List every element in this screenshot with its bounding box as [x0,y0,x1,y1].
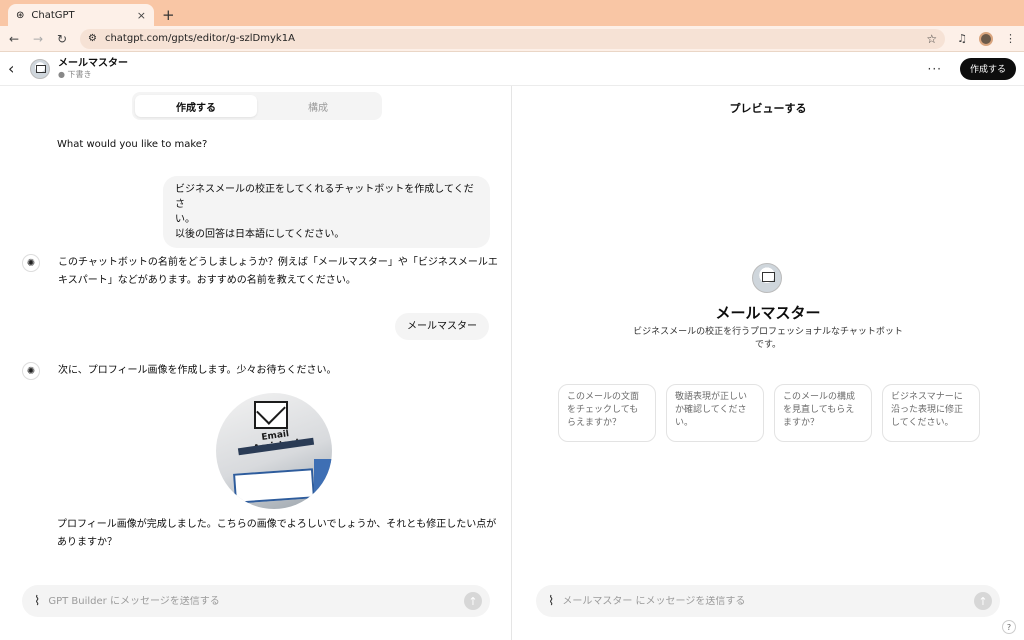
openai-logo-icon: ✺ [22,254,40,272]
assistant-message-1: ✺ このチャットボットの名前をどうしましょうか？例えば「メールマスター」や「ビジ… [22,254,498,290]
send-arrow-icon[interactable]: ↑ [464,592,482,610]
assistant-message-2: ✺ 次に、プロフィール画像を作成します。少々お待ちください。 [22,362,498,380]
tab-close-icon[interactable]: × [137,9,146,22]
gpt-name: メールマスター [58,57,128,69]
preview-gpt-avatar [752,263,782,293]
message-line: 以後の回答は日本語にしてください。 [175,229,345,240]
preview-composer: ⌇ ↑ [536,585,1000,617]
builder-tab-switch: 作成する 構成 [132,92,382,120]
create-button[interactable]: 作成する [959,57,1016,80]
tab-create[interactable]: 作成する [135,95,257,117]
site-settings-icon[interactable]: ⚙ [88,33,97,44]
gpt-title-block: メールマスター ● 下書き [58,58,128,80]
starter-card[interactable]: 敬語表現が正しいか確認してください。 [666,384,764,442]
back-chevron-icon[interactable]: ‹ [8,59,22,78]
send-arrow-icon[interactable]: ↑ [974,592,992,610]
starter-card[interactable]: ビジネスマナーに沿った表現に修正してください。 [882,384,980,442]
reload-icon[interactable]: ↻ [56,32,68,46]
more-options-icon[interactable]: ··· [928,62,942,76]
builder-pane: 作成する 構成 What would you like to make? ビジネ… [0,86,512,640]
attach-paperclip-icon[interactable]: ⌇ [548,594,554,609]
profile-avatar[interactable] [979,31,993,46]
back-arrow-icon[interactable]: ← [8,32,20,46]
starter-card[interactable]: このメールの構成を見直してもらえますか？ [774,384,872,442]
builder-message-input[interactable] [48,595,456,607]
preview-title: プレビューする [729,102,807,115]
editor-header: ‹ メールマスター ● 下書き ··· 作成する [0,52,1024,86]
assistant-message-3: プロフィール画像が完成しました。こちらの画像でよろしいでしょうか、それとも修正し… [57,519,497,548]
preview-gpt-name: メールマスター [715,304,821,322]
browser-toolbar: ← → ↻ ⚙ chatgpt.com/gpts/editor/g-szlDmy… [0,26,1024,52]
browser-tab-bar: ⊛ ChatGPT × + [0,0,1024,26]
browser-tab[interactable]: ⊛ ChatGPT × [8,4,154,26]
user-message-1: ビジネスメールの校正をしてくれるチャットボットを作成してくださ い。 以後の回答… [163,176,490,248]
profile-image-card [233,468,315,504]
preview-message-input[interactable] [562,595,966,607]
message-text: このチャットボットの名前をどうしましょうか？例えば「メールマスター」や「ビジネス… [58,257,498,286]
message-line: ビジネスメールの校正をしてくれるチャットボットを作成してくださ [175,184,474,210]
url-text[interactable]: chatgpt.com/gpts/editor/g-szlDmyk1A [105,33,918,44]
bookmark-star-icon[interactable]: ☆ [926,32,937,46]
envelope-icon [254,401,288,429]
builder-composer: ⌇ ↑ [22,585,490,617]
openai-logo-icon: ✺ [22,362,40,380]
preview-pane: プレビューする メールマスター ビジネスメールの校正を行うプロフェッショナルなチ… [512,86,1024,640]
tab-title: ChatGPT [31,9,75,21]
message-line: い。 [175,214,195,225]
user-message-2: メールマスター [395,313,489,340]
chatgpt-favicon-icon: ⊛ [16,9,25,21]
profile-image-card-side [314,459,332,499]
generated-profile-image: Email Assistant [216,393,332,509]
starter-card[interactable]: このメールの文面をチェックしてもらえますか？ [558,384,656,442]
media-control-icon[interactable]: ♫ [957,32,967,45]
attach-paperclip-icon[interactable]: ⌇ [34,594,40,609]
forward-arrow-icon[interactable]: → [32,32,44,46]
message-text: 次に、プロフィール画像を作成します。少々お待ちください。 [58,365,337,376]
conversation-starters: このメールの文面をチェックしてもらえますか？ 敬語表現が正しいか確認してください… [558,384,980,442]
preview-gpt-description: ビジネスメールの校正を行うプロフェッショナルなチャットボットです。 [633,327,903,350]
gpt-avatar [30,58,50,79]
tab-configure[interactable]: 構成 [257,95,379,117]
draft-status: ● 下書き [58,69,92,79]
builder-prompt: What would you like to make? [57,139,208,150]
new-tab-button[interactable]: + [162,4,175,26]
address-bar[interactable]: ⚙ chatgpt.com/gpts/editor/g-szlDmyk1A ☆ [80,28,946,49]
help-icon[interactable]: ? [1002,620,1016,634]
browser-menu-icon[interactable]: ⋮ [1005,32,1016,45]
